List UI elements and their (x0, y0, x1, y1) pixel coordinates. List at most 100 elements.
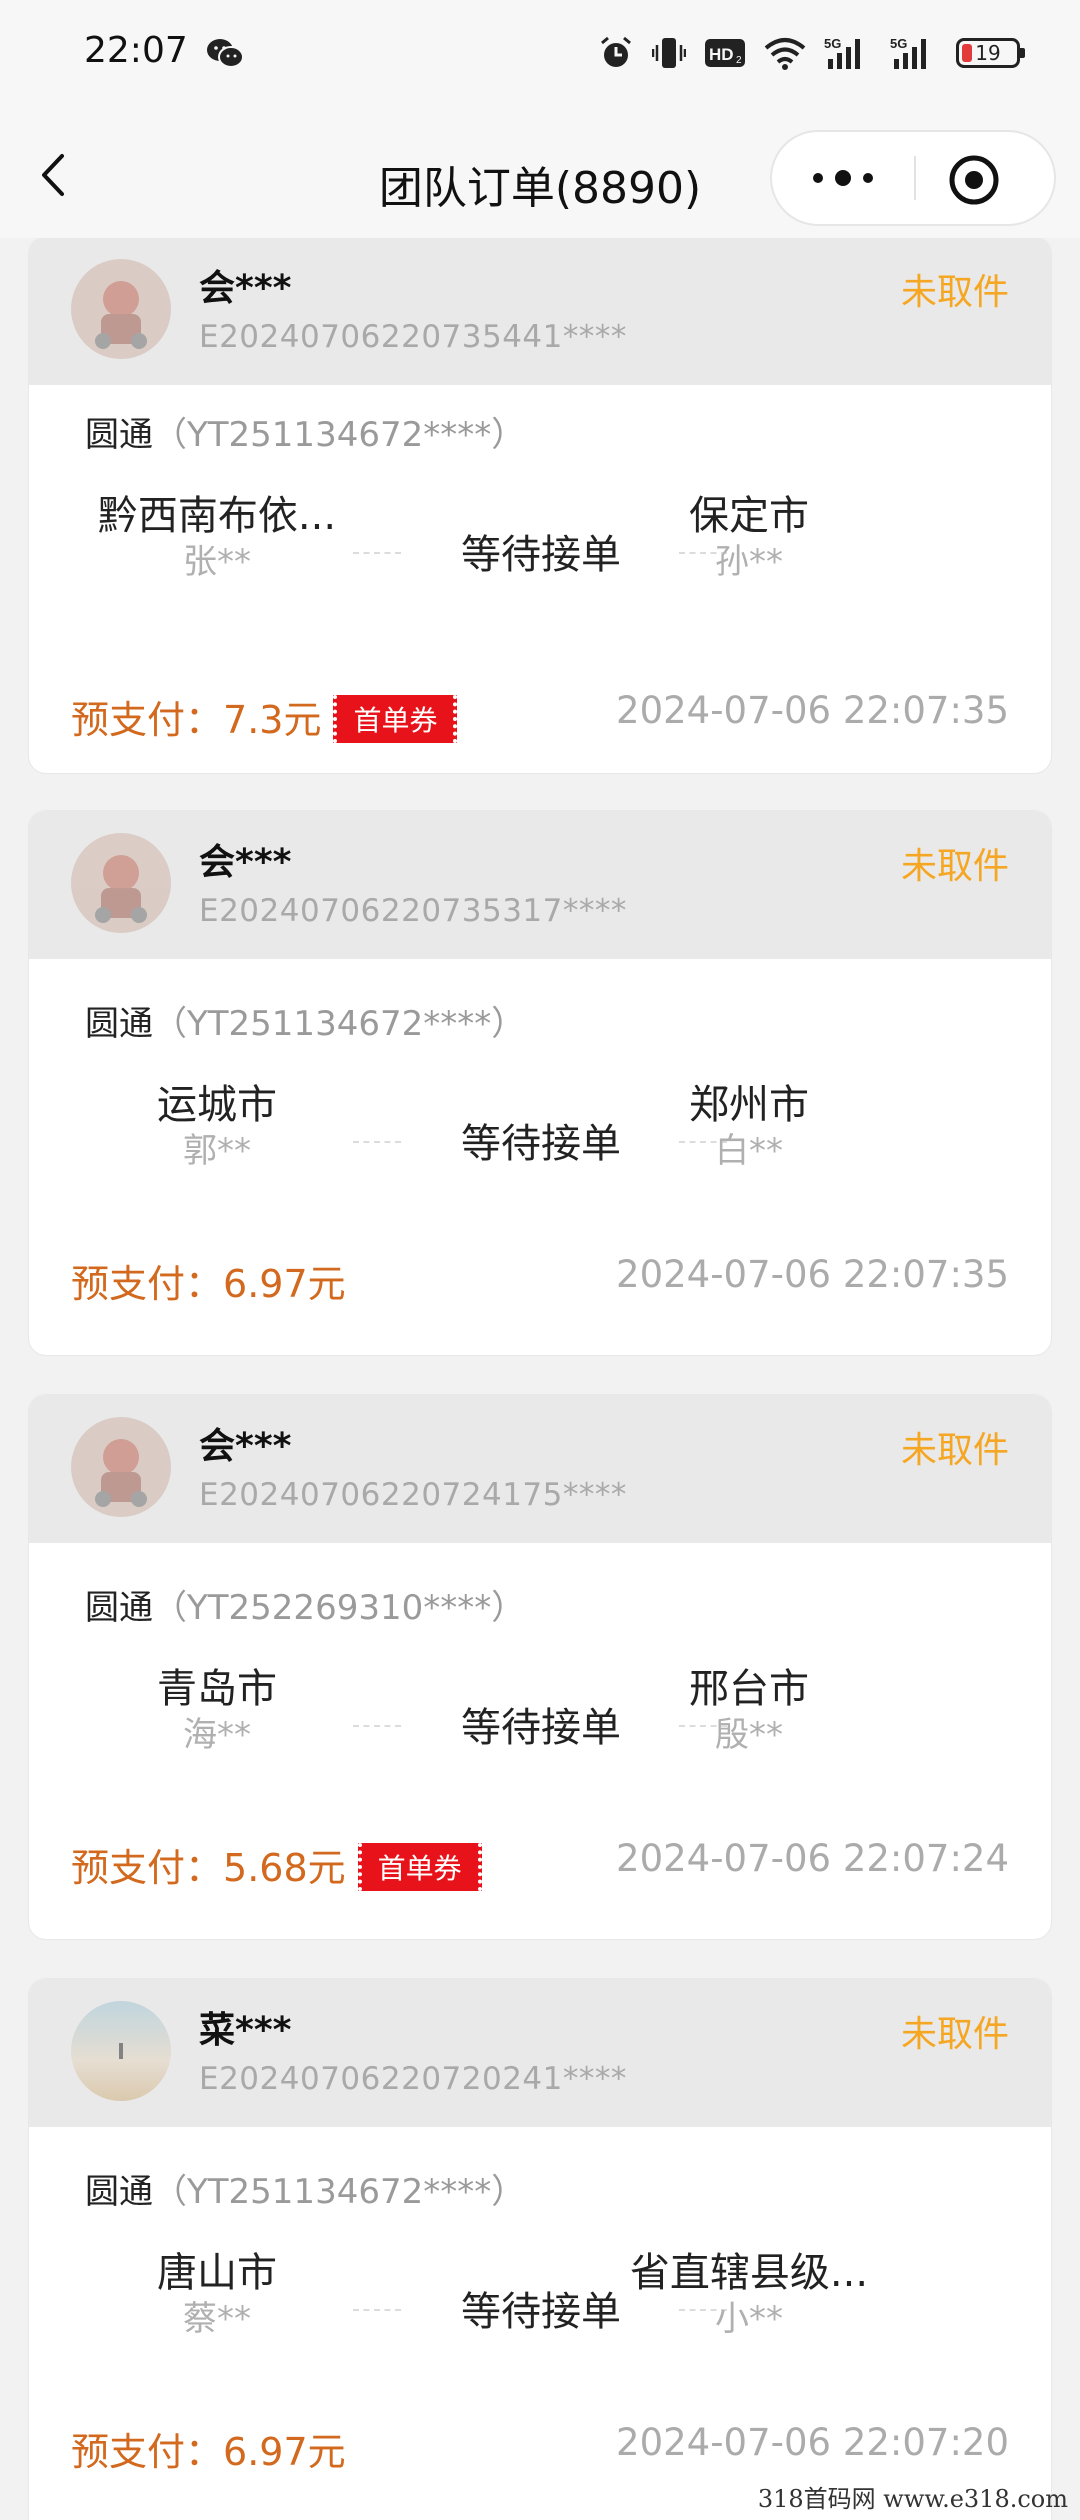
from-city: 青岛市 (157, 1666, 277, 1712)
sender-name: 郭** (183, 1131, 251, 1171)
from-city: 运城市 (157, 1082, 277, 1128)
courier-name: 圆通 (85, 2172, 153, 2212)
order-number: E20240706220735441**** (199, 319, 627, 355)
from-location: 黔西南布依... 张** (67, 492, 367, 584)
courier-info: 圆通（YT251134672****） (85, 2164, 525, 2213)
receiver-name: 殷** (715, 1715, 783, 1755)
prepay-amount: 7.3元 (223, 698, 322, 742)
svg-text:2: 2 (736, 55, 742, 66)
tracking-number: （YT251134672****） (153, 415, 526, 455)
prepay-amount: 5.68元 (223, 1846, 346, 1890)
user-name: 会*** (199, 268, 292, 309)
to-location: 郑州市 白** (599, 1081, 899, 1173)
order-time: 2024-07-06 22:07:35 (616, 1253, 1009, 1296)
to-location: 省直辖县级... 小** (599, 2249, 899, 2341)
receiver-name: 白** (715, 1131, 783, 1171)
battery-icon: 19 (956, 38, 1025, 68)
prepay-label: 预支付： (71, 1262, 224, 1306)
nav-bar: 团队订单(8890) (0, 110, 1080, 238)
svg-text:5G: 5G (824, 36, 841, 51)
svg-text:HD: HD (709, 45, 734, 64)
close-target-icon[interactable] (948, 154, 1000, 206)
order-number: E20240706220735317**** (199, 893, 627, 929)
courier-name: 圆通 (85, 1004, 153, 1044)
avatar (71, 833, 171, 933)
user-name: 会*** (199, 842, 292, 883)
status-badge: 未取件 (900, 2014, 1009, 2055)
prepay-amount: 6.97元 (223, 1262, 346, 1306)
to-city: 保定市 (689, 493, 809, 539)
alarm-icon (601, 36, 631, 67)
tracking-number: （YT252269310****） (153, 1588, 526, 1628)
coupon-tag: 首单券 (333, 694, 458, 743)
mini-program-capsule (770, 130, 1056, 226)
avatar (71, 1417, 171, 1517)
status-icons: HD 2 5G 5G 19 (598, 30, 1025, 76)
order-card[interactable]: 会*** E20240706220724175**** 未取件 圆通（YT252… (28, 1394, 1052, 1940)
from-city: 唐山市 (157, 2250, 277, 2296)
user-name: 菜*** (199, 2010, 292, 2051)
order-list[interactable]: 会*** E20240706220735441**** 未取件 圆通（YT251… (0, 238, 1080, 2520)
to-city: 省直辖县级... (629, 2250, 869, 2296)
prepay: 预支付：7.3元 首单券 (71, 689, 458, 747)
prepay-label: 预支付： (71, 2430, 224, 2474)
prepay: 预支付：6.97元 (71, 2421, 346, 2476)
courier-info: 圆通（YT252269310****） (85, 1580, 525, 1629)
prepay-label: 预支付： (71, 698, 224, 742)
battery-level: 19 (975, 41, 1001, 65)
courier-info: 圆通（YT251134672****） (85, 407, 525, 456)
courier-name: 圆通 (85, 415, 153, 455)
status-time: 22:07 (84, 30, 188, 71)
order-card-header: 会*** E20240706220735441**** 未取件 (29, 238, 1051, 385)
avatar (71, 259, 171, 359)
tracking-number: （YT251134672****） (153, 2172, 526, 2212)
sender-name: 蔡** (183, 2299, 251, 2339)
from-city: 黔西南布依... (97, 493, 337, 539)
status-badge: 未取件 (900, 272, 1009, 313)
prepay: 预支付：6.97元 (71, 1253, 346, 1308)
route: 唐山市 蔡** 等待接单 省直辖县级... 小** (29, 2249, 1051, 2369)
from-location: 唐山市 蔡** (67, 2249, 367, 2341)
order-time: 2024-07-06 22:07:20 (616, 2421, 1009, 2464)
prepay-amount: 6.97元 (223, 2430, 346, 2474)
avatar (71, 2001, 171, 2101)
to-city: 郑州市 (689, 1082, 809, 1128)
from-location: 运城市 郭** (67, 1081, 367, 1173)
vibrate-icon (652, 38, 686, 68)
prepay: 预支付：5.68元 首单券 (71, 1837, 482, 1895)
tracking-number: （YT251134672****） (153, 1004, 526, 1044)
to-city: 邢台市 (689, 1666, 809, 1712)
status-badge: 未取件 (900, 1430, 1009, 1471)
status-badge: 未取件 (900, 846, 1009, 887)
signal-5g-icon: 5G (890, 36, 926, 69)
watermark: 318首码网 www.e318.com (757, 2485, 1068, 2513)
to-location: 保定市 孙** (599, 492, 899, 584)
sender-name: 张** (183, 542, 251, 582)
hd-icon: HD 2 (705, 39, 745, 67)
order-time: 2024-07-06 22:07:24 (616, 1837, 1009, 1880)
to-location: 邢台市 殷** (599, 1665, 899, 1757)
route: 黔西南布依... 张** 等待接单 保定市 孙** (29, 492, 1051, 612)
sender-name: 海** (183, 1715, 251, 1755)
courier-name: 圆通 (85, 1588, 153, 1628)
route: 青岛市 海** 等待接单 邢台市 殷** (29, 1665, 1051, 1785)
user-name: 会*** (199, 1426, 292, 1467)
from-location: 青岛市 海** (67, 1665, 367, 1757)
courier-info: 圆通（YT251134672****） (85, 996, 525, 1045)
receiver-name: 孙** (715, 542, 783, 582)
order-card-header: 菜*** E20240706220720241**** 未取件 (29, 1979, 1051, 2127)
order-card-header: 会*** E20240706220724175**** 未取件 (29, 1395, 1051, 1543)
coupon-tag: 首单券 (357, 1842, 482, 1891)
route: 运城市 郭** 等待接单 郑州市 白** (29, 1081, 1051, 1201)
wifi-icon (764, 38, 806, 70)
order-number: E20240706220724175**** (199, 1477, 627, 1513)
more-icon[interactable] (772, 132, 914, 224)
signal-5g-icon: 5G (824, 36, 860, 69)
order-card-header: 会*** E20240706220735317**** 未取件 (29, 811, 1051, 959)
capsule-divider (914, 156, 916, 200)
order-time: 2024-07-06 22:07:35 (616, 689, 1009, 732)
order-card[interactable]: 会*** E20240706220735317**** 未取件 圆通（YT251… (28, 810, 1052, 1356)
order-card[interactable]: 菜*** E20240706220720241**** 未取件 圆通（YT251… (28, 1978, 1052, 2520)
order-card[interactable]: 会*** E20240706220735441**** 未取件 圆通（YT251… (28, 238, 1052, 774)
order-number: E20240706220720241**** (199, 2061, 627, 2097)
